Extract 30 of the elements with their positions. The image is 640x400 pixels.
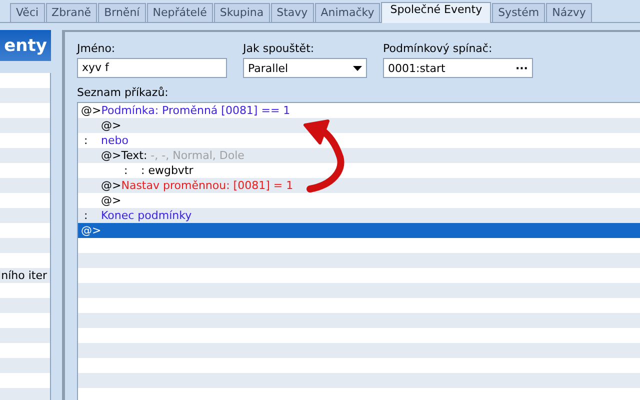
command-row[interactable]: @>	[78, 193, 640, 208]
tab[interactable]: Názvy	[546, 3, 592, 22]
sidebar-title: enty	[0, 30, 51, 61]
command-row[interactable]: @>Nastav proměnnou: [0081] = 1	[78, 178, 640, 193]
browse-button[interactable]: ···	[515, 62, 528, 74]
command-row[interactable]: @>Podmínka: Proměnná [0081] == 1	[78, 103, 640, 118]
command-row[interactable]: @>Text: -, -, Normal, Dole	[78, 148, 640, 163]
switch-label: Podmínkový spínač:	[383, 42, 494, 55]
tab[interactable]: Animačky	[314, 3, 380, 22]
name-label: Jméno:	[77, 42, 116, 55]
switch-field[interactable]: 0001:start ···	[383, 58, 533, 78]
trigger-dropdown[interactable]: Parallel	[243, 58, 367, 78]
tab[interactable]: Zbraně	[46, 3, 98, 22]
command-row[interactable]: : nebo	[78, 133, 640, 148]
command-row[interactable]: @>	[78, 118, 640, 133]
tab[interactable]: Společné Eventy	[381, 2, 492, 23]
tab[interactable]: Stavy	[270, 3, 314, 22]
command-row[interactable]: @>	[78, 223, 640, 238]
tab[interactable]: Brnění	[98, 3, 146, 22]
tab[interactable]: Skupina	[214, 3, 270, 22]
command-row[interactable]: : Konec podmínky	[78, 208, 640, 223]
event-list-item[interactable]: lního iter	[0, 268, 50, 283]
trigger-label: Jak spouštět:	[243, 42, 316, 55]
tab[interactable]: Systém	[492, 3, 546, 22]
tab[interactable]: Nepřátelé	[146, 3, 213, 22]
caret-icon	[353, 66, 362, 70]
commands-label: Seznam příkazů:	[77, 86, 170, 99]
tab[interactable]: Věci	[10, 3, 45, 22]
name-field[interactable]: xyv f	[77, 58, 227, 78]
command-row[interactable]: : : ewgbvtr	[78, 163, 640, 178]
